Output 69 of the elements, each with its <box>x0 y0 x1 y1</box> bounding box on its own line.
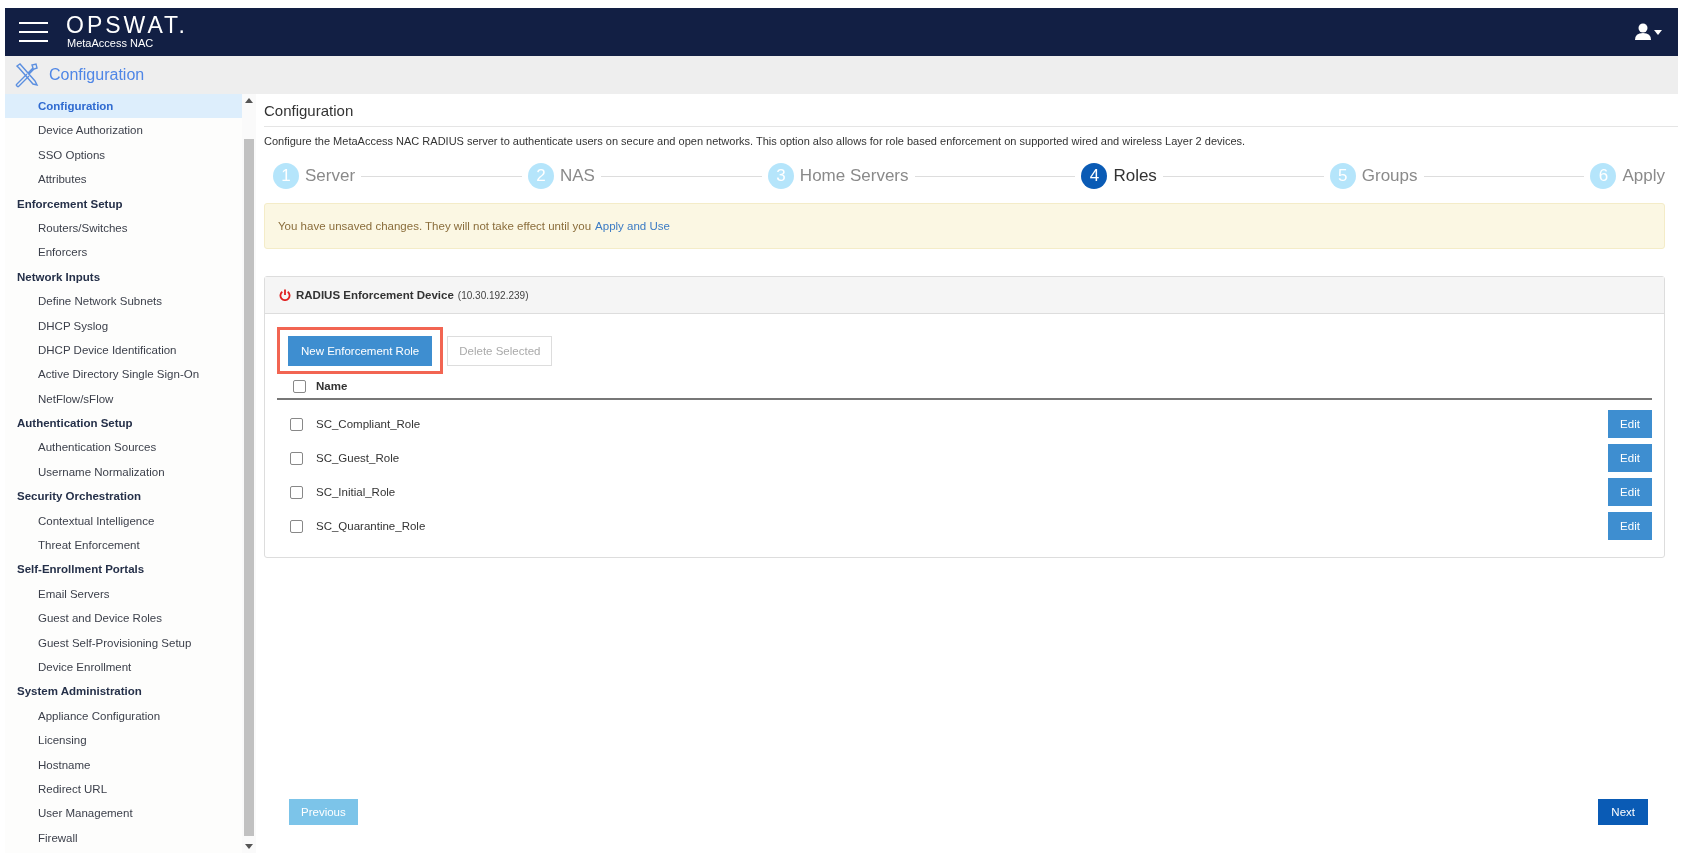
sidebar-heading: Enforcement Setup <box>16 196 124 212</box>
apply-link[interactable]: Apply and Use <box>595 220 670 232</box>
sidebar-item[interactable]: Authentication Sources <box>5 435 242 460</box>
alert-message: You have unsaved changes. They will not take effect until you <box>278 220 592 232</box>
brand-logo: OPSWAT. <box>66 14 188 36</box>
table-cell-text: SC_Initial_Role <box>316 486 397 498</box>
edit-button[interactable]: Edit <box>1608 478 1652 506</box>
sidebar-item[interactable]: Email Servers <box>5 581 242 607</box>
sidebar-item[interactable]: DHCP Syslog <box>5 313 242 338</box>
sidebar-heading: Security Orchestration <box>16 489 142 505</box>
scrollbar-thumb[interactable] <box>244 139 254 836</box>
sidebar-item[interactable]: Active Directory Single Sign-On <box>5 362 242 387</box>
sidebar-item[interactable]: Configuration <box>5 94 242 119</box>
wizard-step[interactable]: 3 Home Servers <box>767 163 909 189</box>
checkbox[interactable] <box>290 485 303 499</box>
sidebar-item[interactable]: Username Normalization <box>5 459 242 485</box>
sidebar-item[interactable]: Device Authorization <box>5 118 242 143</box>
checkbox[interactable] <box>293 379 306 393</box>
checkbox[interactable] <box>290 519 303 533</box>
sidebar-item[interactable]: Hostname <box>5 752 242 777</box>
tools-icon <box>13 62 39 88</box>
new-role-button[interactable]: New Enforcement Role <box>288 336 433 366</box>
sidebar-item[interactable]: Firewall <box>5 825 242 851</box>
edit-button[interactable]: Edit <box>1608 410 1652 438</box>
sidebar-item[interactable]: Device Enrollment <box>5 655 242 680</box>
edit-button[interactable]: Edit <box>1608 512 1652 540</box>
sidebar-item[interactable]: Licensing <box>5 728 242 753</box>
table-cell-text: SC_Quarantine_Role <box>316 520 427 532</box>
sidebar-item[interactable]: Enforcers <box>5 240 242 265</box>
section-title: Configuration <box>49 66 145 84</box>
wizard-step[interactable]: 6 Apply <box>1590 163 1665 189</box>
sidebar-item[interactable]: Threat Enforcement <box>5 533 242 558</box>
scroll-down-icon[interactable] <box>245 844 253 849</box>
page-title: Configuration <box>264 94 1678 127</box>
sidebar-item[interactable]: SSO Options <box>5 142 242 168</box>
user-menu-icon[interactable] <box>1634 23 1664 41</box>
sidebar-item[interactable]: Appliance Configuration <box>5 703 242 729</box>
sidebar-item[interactable]: Define Network Subnets <box>5 289 242 314</box>
wizard-step[interactable]: 4 Roles <box>1081 163 1157 189</box>
sidebar-item[interactable]: Redirect URL <box>5 776 242 802</box>
menu-icon[interactable] <box>19 22 48 42</box>
wizard-step[interactable]: 2 NAS <box>528 163 595 189</box>
sidebar-item[interactable]: NetFlow/sFlow <box>5 386 242 412</box>
sidebar-heading: Authentication Setup <box>16 416 134 432</box>
wizard-step[interactable]: 1 Server <box>273 163 356 189</box>
sidebar-item[interactable]: User Management <box>5 801 242 826</box>
sidebar-heading: System Administration <box>16 684 143 700</box>
table-cell-text: SC_Guest_Role <box>316 452 401 464</box>
sidebar-heading: Network Inputs <box>16 269 102 285</box>
checkbox[interactable] <box>290 451 303 465</box>
sidebar-heading: Self-Enrollment Portals <box>16 562 146 578</box>
column-header: Name <box>316 380 348 392</box>
page-description: Configure the MetaAccess NAC RADIUS server to authenticate users on secure and open networks. This option also allows for role based enforcement on supported wired and wireless Layer 2 devices. <box>264 134 1247 149</box>
sidebar-item[interactable]: Guest Self-Provisioning Setup <box>5 630 242 655</box>
checkbox[interactable] <box>290 417 303 431</box>
sidebar-item[interactable]: DHCP Device Identification <box>5 337 242 363</box>
sidebar-item[interactable]: Routers/Switches <box>5 215 242 241</box>
ip-address: (10.30.192.239) <box>457 289 529 301</box>
sidebar-item[interactable]: Contextual Intelligence <box>5 508 242 534</box>
product-name: MetaAccess NAC <box>67 36 155 50</box>
next-button[interactable]: Next <box>1598 799 1648 825</box>
panel-title: RADIUS Enforcement Device <box>296 289 454 301</box>
power-icon <box>279 289 291 301</box>
scroll-up-icon[interactable] <box>245 98 253 103</box>
wizard-step[interactable]: 5 Groups <box>1329 163 1418 189</box>
table-cell-text: SC_Compliant_Role <box>316 418 422 430</box>
edit-button[interactable]: Edit <box>1608 444 1652 472</box>
sidebar-item[interactable]: Attributes <box>5 167 242 192</box>
sidebar-item[interactable]: Guest and Device Roles <box>5 606 242 631</box>
